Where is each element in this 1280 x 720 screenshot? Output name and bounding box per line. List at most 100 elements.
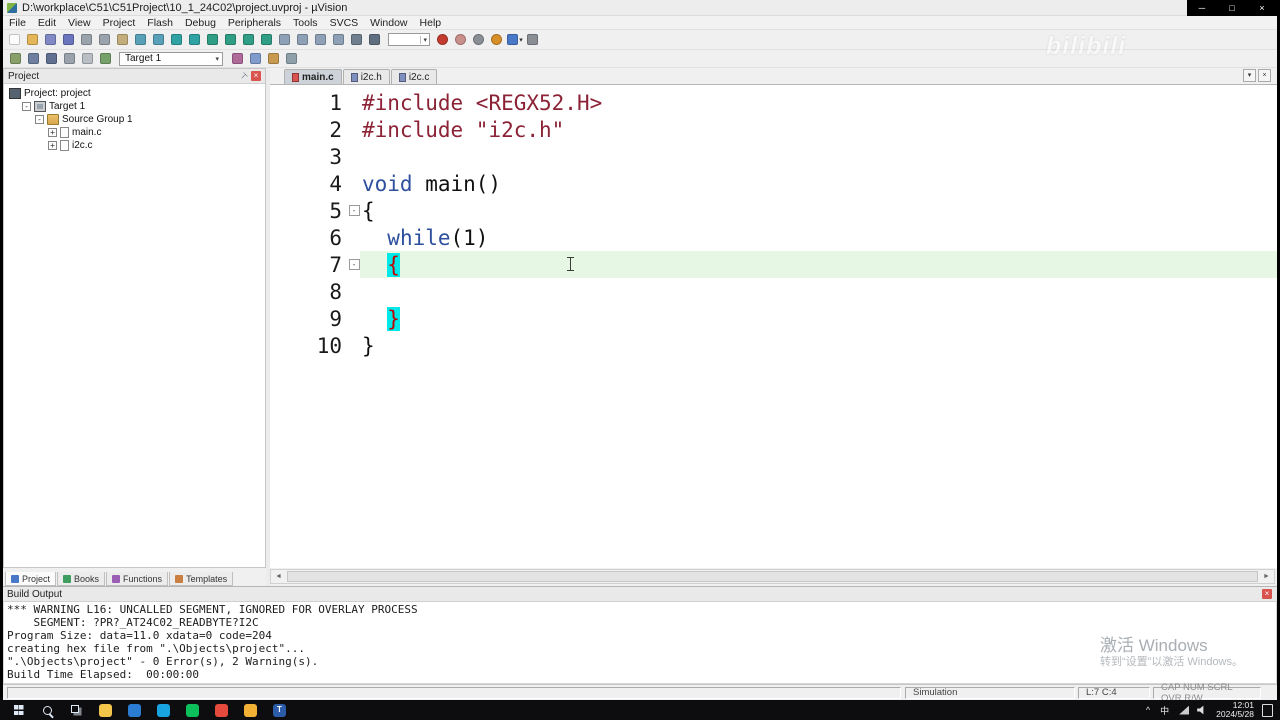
expander-icon[interactable] (35, 115, 44, 124)
toolbar-icon[interactable] (151, 32, 167, 47)
scroll-right-icon[interactable]: ► (1259, 573, 1274, 580)
taskbar-app-button[interactable] (236, 700, 265, 720)
target-select[interactable]: Target 1 ▾ (119, 51, 223, 66)
toolbar-icon[interactable] (247, 51, 263, 66)
menu-item[interactable]: Project (97, 16, 142, 30)
taskbar-system-button[interactable] (62, 700, 91, 720)
toolbar-icon[interactable] (435, 32, 451, 47)
tab-close-button[interactable]: × (1258, 69, 1271, 82)
maximize-button[interactable]: □ (1217, 0, 1247, 16)
code-editor[interactable]: 1 #include <REGX52.H> 2 #include "i2c.h" (270, 85, 1277, 568)
minimize-button[interactable]: ─ (1187, 0, 1217, 16)
taskbar-app-button[interactable] (120, 700, 149, 720)
panel-tab[interactable]: Templates (169, 572, 234, 586)
toolbar-icon[interactable] (7, 32, 23, 47)
toolbar-icon[interactable] (115, 32, 131, 47)
toolbar-icon[interactable] (61, 51, 77, 66)
menu-item[interactable]: Window (364, 16, 413, 30)
toolbar-icon[interactable] (133, 32, 149, 47)
toolbar-icon[interactable] (187, 32, 203, 47)
tray-chevron-icon[interactable]: ^ (1146, 705, 1150, 715)
panel-tab[interactable]: Project (5, 572, 57, 586)
panel-tab[interactable]: Functions (106, 572, 169, 586)
toolbar-icon[interactable] (97, 32, 113, 47)
menu-item[interactable]: File (3, 16, 32, 30)
system-icon (13, 705, 24, 715)
taskbar-system-button[interactable] (4, 700, 33, 720)
line-number: 7 (329, 252, 342, 277)
output-close-icon[interactable]: × (1262, 589, 1272, 599)
toolbar-icon[interactable] (331, 32, 347, 47)
toolbar-icon[interactable] (43, 51, 59, 66)
expander-icon[interactable] (48, 128, 57, 137)
tree-item[interactable]: main.c (4, 126, 265, 139)
document-tab[interactable]: i2c.h (342, 69, 390, 84)
fold-icon[interactable] (348, 205, 360, 216)
expander-icon[interactable] (22, 102, 31, 111)
document-tab[interactable]: i2c.c (390, 69, 438, 84)
taskbar-app-button[interactable] (91, 700, 120, 720)
taskbar-app-button[interactable]: T (265, 700, 294, 720)
toolbar-icon[interactable] (79, 32, 95, 47)
panel-tab[interactable]: Books (57, 572, 106, 586)
toolbar-icon[interactable] (283, 51, 299, 66)
menu-item[interactable]: Debug (179, 16, 222, 30)
tree-item[interactable]: Project: project (4, 87, 265, 100)
tree-item[interactable]: i2c.c (4, 139, 265, 152)
toolbar-icon[interactable] (229, 51, 245, 66)
toolbar-icon[interactable] (43, 32, 59, 47)
notification-center-icon[interactable] (1262, 703, 1273, 717)
menu-item[interactable]: Flash (141, 16, 179, 30)
toolbar-icon[interactable] (259, 32, 275, 47)
toolbar-icon[interactable] (7, 51, 23, 66)
taskbar-app-button[interactable] (149, 700, 178, 720)
tree-item[interactable]: Target 1 (4, 100, 265, 113)
option-combo[interactable]: ▾ (388, 33, 430, 46)
menu-item[interactable]: Peripherals (222, 16, 287, 30)
toolbar-icon[interactable] (349, 32, 365, 47)
taskbar-app-button[interactable] (207, 700, 236, 720)
clock[interactable]: 12:01 2024/5/28 (1216, 701, 1254, 719)
editor-horizontal-scrollbar[interactable]: ◄ ► (270, 569, 1275, 584)
ime-indicator[interactable]: 中 (1160, 704, 1169, 717)
toolbar-icon[interactable]: ▾ (507, 32, 523, 47)
toolbar-icon[interactable] (25, 32, 41, 47)
toolbar-icon[interactable] (313, 32, 329, 47)
panel-close-icon[interactable]: × (251, 71, 261, 81)
menu-item[interactable]: View (62, 16, 97, 30)
menu-item[interactable]: SVCS (324, 16, 365, 30)
volume-icon[interactable] (1197, 705, 1204, 715)
menu-item[interactable]: Edit (32, 16, 62, 30)
toolbar-icon[interactable] (367, 32, 383, 47)
scrollbar-thumb[interactable] (287, 571, 1258, 582)
toolbar-icon[interactable] (489, 32, 505, 47)
document-tab[interactable]: main.c (284, 69, 342, 84)
toolbar-icon[interactable] (471, 32, 487, 47)
network-icon[interactable] (1179, 705, 1190, 715)
close-button[interactable]: × (1247, 0, 1277, 16)
toolbar-icon[interactable] (525, 32, 541, 47)
tab-list-button[interactable]: ▾ (1243, 69, 1256, 82)
toolbar-icon[interactable] (205, 32, 221, 47)
menu-item[interactable]: Help (414, 16, 448, 30)
fold-icon[interactable] (348, 259, 360, 270)
toolbar-icon[interactable] (61, 32, 77, 47)
toolbar-icon[interactable] (79, 51, 95, 66)
pin-icon[interactable]: ⊤ (238, 70, 249, 81)
menu-item[interactable]: Tools (287, 16, 324, 30)
toolbar-icon[interactable] (97, 51, 113, 66)
toolbar-icon[interactable] (169, 32, 185, 47)
code-token: <REGX52.H> (475, 90, 603, 115)
toolbar-icon[interactable] (223, 32, 239, 47)
toolbar-icon[interactable] (25, 51, 41, 66)
toolbar-icon[interactable] (295, 32, 311, 47)
tree-item[interactable]: Source Group 1 (4, 113, 265, 126)
toolbar-icon[interactable] (277, 32, 293, 47)
taskbar-system-button[interactable] (33, 700, 62, 720)
taskbar-app-button[interactable] (178, 700, 207, 720)
expander-icon[interactable] (48, 141, 57, 150)
toolbar-icon[interactable] (241, 32, 257, 47)
toolbar-icon[interactable] (265, 51, 281, 66)
scroll-left-icon[interactable]: ◄ (271, 573, 286, 580)
toolbar-icon[interactable] (453, 32, 469, 47)
